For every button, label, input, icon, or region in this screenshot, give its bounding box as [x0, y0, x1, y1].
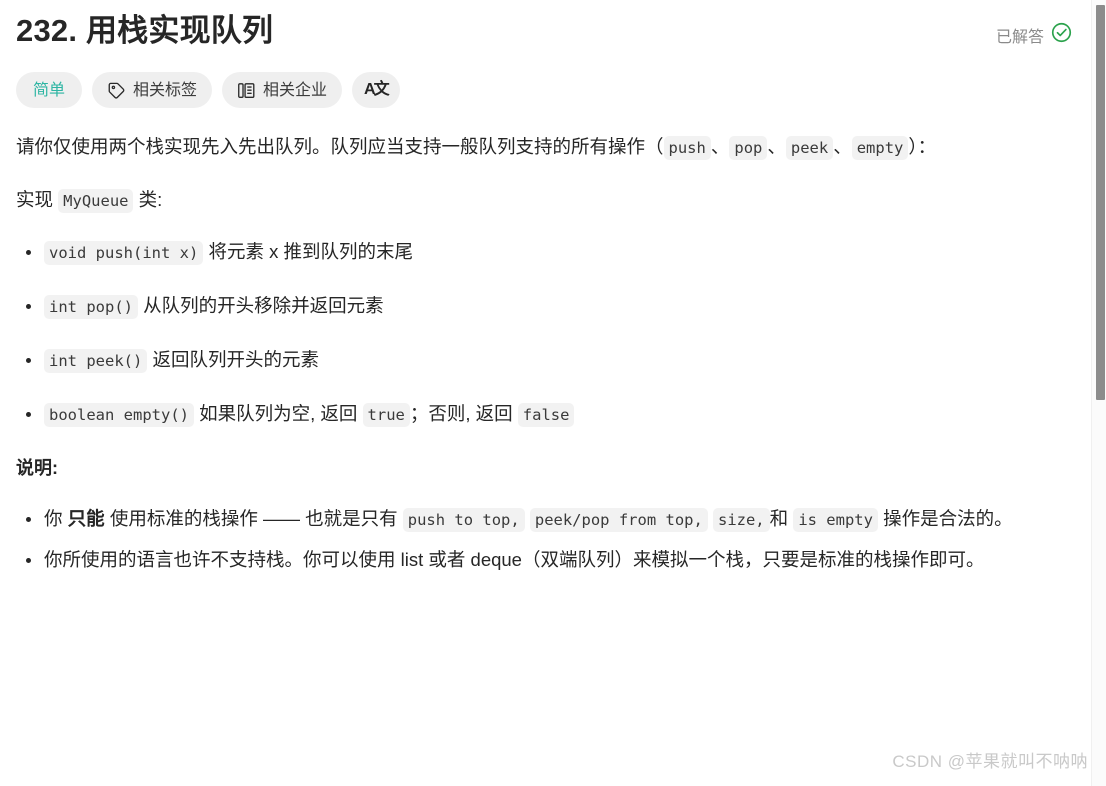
note-text-2: 使用标准的栈操作 —— 也就是只有 [109, 508, 398, 529]
method-description: 返回队列开头的元素 [152, 349, 319, 370]
tag-icon [107, 81, 126, 100]
note-emphasis: 只能 [67, 508, 105, 529]
notes-heading: 说明: [16, 458, 58, 478]
code-pop: pop [729, 136, 768, 160]
title-row: 232. 用栈实现队列 已解答 [16, 8, 1072, 54]
problem-description: 请你仅使用两个栈实现先入先出队列。队列应当支持一般队列支持的所有操作（ push、… [16, 128, 1072, 578]
code-myqueue: MyQueue [58, 189, 134, 213]
code-signature: boolean empty() [44, 403, 194, 427]
note-text-5: 你所使用的语言也许不支持栈。你可以使用 list 或者 deque（双端队列）来… [44, 549, 985, 570]
code-size: size, [712, 508, 770, 532]
csdn-watermark: CSDN @苹果就叫不呐呐 [892, 752, 1088, 771]
notes-list: 你 只能 使用标准的栈操作 —— 也就是只有 push to top, peek… [16, 501, 1072, 578]
implement-suffix: 类: [138, 189, 163, 210]
code-true: true [362, 403, 410, 427]
code-signature: void push(int x) [44, 241, 204, 265]
method-description: 从队列的开头移除并返回元素 [143, 295, 384, 316]
implement-prefix: 实现 [16, 189, 54, 210]
intro-paragraph: 请你仅使用两个栈实现先入先出队列。队列应当支持一般队列支持的所有操作（ push、… [16, 128, 1072, 167]
check-circle-icon [1051, 22, 1072, 48]
difficulty-label: 简单 [33, 82, 66, 99]
code-signature: int pop() [44, 295, 138, 319]
related-tags-button[interactable]: 相关标签 [92, 72, 213, 108]
method-description-2: ；否则, 返回 [409, 403, 513, 424]
intro-text-1: 请你仅使用两个栈实现先入先出队列。队列应当支持一般队列支持的所有操作（ [16, 136, 664, 157]
code-signature: int peek() [44, 349, 148, 373]
problem-title-text: 用栈实现队列 [85, 13, 274, 48]
intro-sep-1: 、 [710, 136, 730, 157]
related-companies-button[interactable]: 相关企业 [222, 72, 343, 108]
problem-page: 232. 用栈实现队列 已解答 简单 相关标签 相关企业 A文 请你仅使用两个栈… [0, 0, 1106, 786]
difficulty-badge[interactable]: 简单 [16, 72, 83, 108]
note-text-3: 和 [769, 508, 789, 529]
intro-sep-3: 、 [833, 136, 852, 157]
code-push-to-top: push to top, [402, 508, 525, 532]
list-item: int peek() 返回队列开头的元素 [16, 342, 1072, 379]
solved-label: 已解答 [995, 29, 1044, 46]
code-peek-pop-from-top: peek/pop from top, [529, 508, 708, 532]
list-item: boolean empty() 如果队列为空, 返回 true ；否则, 返回 f… [16, 396, 1072, 433]
code-is-empty: is empty [793, 508, 878, 532]
note-text-4: 操作是合法的。 [883, 508, 1013, 529]
problem-number: 232. [16, 13, 78, 48]
list-item: 你所使用的语言也许不支持栈。你可以使用 list 或者 deque（双端队列）来… [16, 542, 1072, 578]
list-item: 你 只能 使用标准的栈操作 —— 也就是只有 push to top, peek… [16, 501, 1072, 538]
note-text-1: 你 [44, 508, 63, 529]
problem-content: 232. 用栈实现队列 已解答 简单 相关标签 相关企业 A文 请你仅使用两个栈… [0, 0, 1090, 584]
method-list: void push(int x) 将元素 x 推到队列的末尾 int pop()… [16, 234, 1072, 433]
method-description: 如果队列为空, 返回 [199, 403, 358, 424]
code-peek: peek [785, 136, 834, 160]
page-title: 232. 用栈实现队列 [16, 8, 273, 54]
solved-status: 已解答 [996, 22, 1072, 48]
intro-sep-2: 、 [767, 136, 786, 157]
code-empty: empty [851, 136, 909, 160]
implement-paragraph: 实现 MyQueue 类: [16, 181, 1072, 220]
related-companies-label: 相关企业 [263, 82, 328, 99]
list-item: int pop() 从队列的开头移除并返回元素 [16, 288, 1072, 325]
method-description: 将元素 x 推到队列的末尾 [208, 241, 413, 262]
code-push: push [663, 136, 711, 160]
scrollbar-thumb[interactable] [1096, 5, 1105, 400]
vertical-scrollbar[interactable] [1091, 0, 1106, 786]
translate-button[interactable]: A文 [352, 72, 400, 108]
translate-icon: A文 [364, 81, 390, 98]
list-item: void push(int x) 将元素 x 推到队列的末尾 [16, 234, 1072, 271]
code-false: false [517, 403, 575, 427]
related-tags-label: 相关标签 [133, 82, 198, 99]
intro-text-2: ）： [908, 136, 937, 157]
company-icon [237, 81, 256, 100]
meta-pill-row: 简单 相关标签 相关企业 A文 [16, 72, 1072, 108]
